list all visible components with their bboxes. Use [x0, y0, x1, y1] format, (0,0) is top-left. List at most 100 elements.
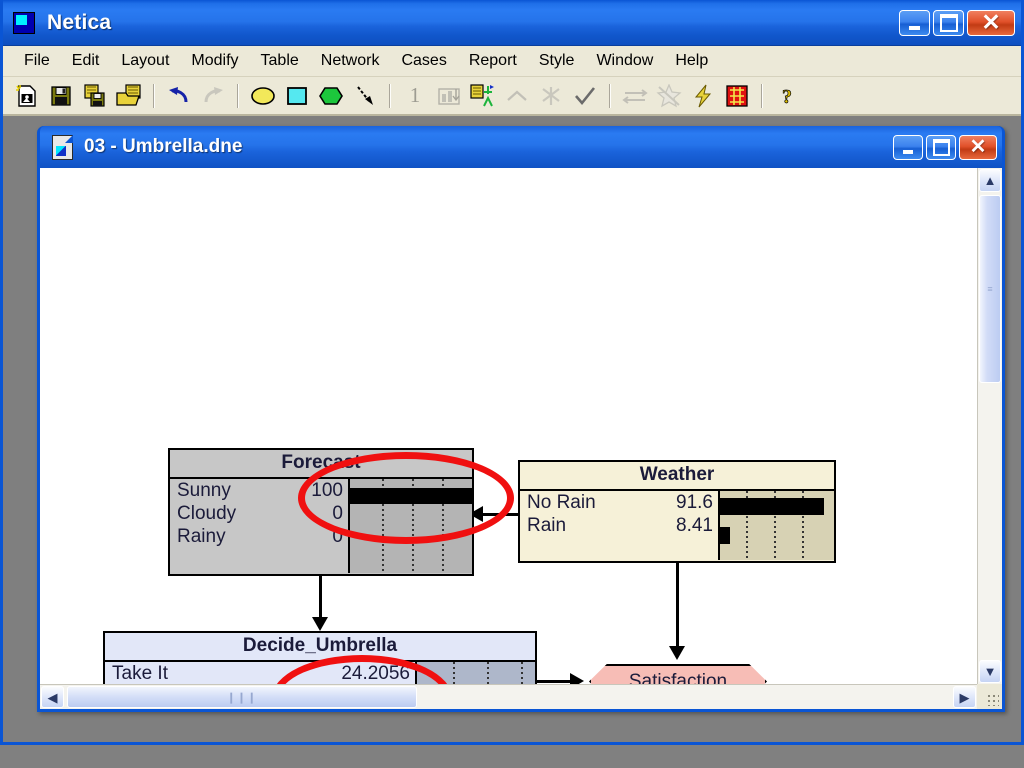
compile-lightning-icon[interactable]: [687, 81, 719, 111]
scroll-left-button[interactable]: ◀: [41, 686, 64, 708]
state-label: Rainy: [177, 525, 226, 547]
uncompile-icon[interactable]: [721, 81, 753, 111]
toolbar-separator-4: [609, 83, 611, 108]
close-button[interactable]: ✕: [967, 9, 1015, 36]
arrowhead-weather-to-satisfaction: [669, 646, 685, 660]
utility-node-hexagon-icon[interactable]: [315, 81, 347, 111]
mdi-client-area: 03 - Umbrella.dne ✕ Forecast Sunny 100 C…: [3, 116, 1021, 742]
link-weather-to-satisfaction: [676, 563, 679, 651]
toolbar-separator-2: [237, 83, 239, 108]
one-level-icon: 1: [409, 83, 421, 107]
menu-item-file[interactable]: File: [13, 49, 61, 73]
table-to-tree-icon[interactable]: [467, 81, 499, 111]
reverse-link-icon: [619, 81, 651, 111]
state-value: 0: [332, 502, 343, 524]
menu-item-edit[interactable]: Edit: [61, 49, 111, 73]
menubar: File Edit Layout Modify Table Network Ca…: [3, 46, 1021, 77]
save-icon[interactable]: [45, 81, 77, 111]
netica-logo-icon: [13, 11, 35, 34]
network-canvas[interactable]: Forecast Sunny 100 Cloudy 0 Rainy 0 Weat…: [40, 168, 977, 684]
doc-maximize-button[interactable]: [926, 134, 956, 160]
doc-minimize-button[interactable]: [893, 134, 923, 160]
application-title: Netica: [47, 10, 112, 34]
scroll-grip-icon: ≡: [987, 283, 993, 294]
toolbar-separator-3: [389, 83, 391, 108]
node-forecast-title: Forecast: [170, 450, 472, 479]
state-label: Cloudy: [177, 502, 237, 524]
window-controls: ✕: [899, 9, 1015, 36]
menu-item-table[interactable]: Table: [250, 49, 310, 73]
state-label: Sunny: [177, 479, 231, 501]
nature-node-ellipse-icon[interactable]: [247, 81, 279, 111]
arrowhead-forecast-to-decide: [312, 617, 328, 631]
menu-item-help[interactable]: Help: [664, 49, 719, 73]
node-forecast-row[interactable]: Sunny 100: [170, 479, 348, 502]
undo-icon[interactable]: [163, 81, 195, 111]
vertical-scroll-thumb[interactable]: ≡: [979, 195, 1001, 383]
toolbar-separator-5: [761, 83, 763, 108]
node-decide-umbrella-labels: Take It 24.2056 Leave At Home 91.5887: [105, 662, 415, 684]
menu-item-report[interactable]: Report: [458, 49, 528, 73]
application-titlebar: Netica ✕: [3, 0, 1021, 46]
node-decide-umbrella-bars: [415, 661, 535, 684]
node-forecast[interactable]: Forecast Sunny 100 Cloudy 0 Rainy 0: [168, 448, 474, 576]
help-icon[interactable]: ?: [771, 81, 803, 111]
state-label: Take It: [112, 662, 168, 684]
node-forecast-labels: Sunny 100 Cloudy 0 Rainy 0: [170, 479, 348, 573]
node-weather[interactable]: Weather No Rain 91.6 Rain 8.41: [518, 460, 836, 563]
node-weather-row[interactable]: No Rain 91.6: [520, 491, 718, 514]
menu-item-style[interactable]: Style: [528, 49, 586, 73]
close-icon: ✕: [981, 9, 1001, 35]
menu-item-network[interactable]: Network: [310, 49, 391, 73]
horizontal-scroll-track[interactable]: ❙❙❙: [65, 685, 952, 709]
node-weather-title: Weather: [520, 462, 834, 491]
vertical-scrollbar[interactable]: ▲ ≡ ▼: [977, 168, 1002, 684]
expand-node-icon: [501, 81, 533, 111]
node-forecast-rows: Sunny 100 Cloudy 0 Rainy 0: [170, 478, 472, 573]
open-network-icon[interactable]: [113, 81, 145, 111]
doc-close-button[interactable]: ✕: [959, 134, 997, 160]
scroll-down-button[interactable]: ▼: [979, 660, 1001, 683]
maximize-button[interactable]: [933, 9, 964, 36]
belief-bar-rain: [720, 526, 730, 544]
minimize-button[interactable]: [899, 9, 930, 36]
node-satisfaction-shape: Satisfaction: [589, 664, 767, 684]
state-value: 0: [332, 525, 343, 547]
application-window: Netica ✕ File Edit Layout Modify Table N…: [0, 0, 1024, 745]
node-weather-bars: [718, 490, 834, 560]
arrowhead-decide-to-satisfaction: [570, 673, 584, 684]
toolbar-separator-1: [153, 83, 155, 108]
node-satisfaction[interactable]: Satisfaction: [589, 664, 767, 684]
document-window: 03 - Umbrella.dne ✕ Forecast Sunny 100 C…: [37, 126, 1005, 712]
menu-item-window[interactable]: Window: [585, 49, 664, 73]
node-forecast-row[interactable]: Cloudy 0: [170, 502, 348, 525]
menu-item-modify[interactable]: Modify: [180, 49, 249, 73]
node-weather-rows: No Rain 91.6 Rain 8.41: [520, 490, 834, 560]
menu-item-layout[interactable]: Layout: [110, 49, 180, 73]
node-forecast-row[interactable]: Rainy 0: [170, 525, 348, 548]
belief-bar-sunny: [350, 487, 472, 504]
vertical-scroll-track[interactable]: ≡: [978, 193, 1002, 659]
node-weather-labels: No Rain 91.6 Rain 8.41: [520, 491, 718, 560]
scroll-right-button[interactable]: ▶: [953, 686, 976, 708]
state-value: 91.6: [676, 491, 713, 513]
decision-node-square-icon[interactable]: [281, 81, 313, 111]
document-window-controls: ✕: [893, 134, 997, 160]
new-network-icon[interactable]: [11, 81, 43, 111]
node-decide-umbrella[interactable]: Decide_Umbrella Take It 24.2056 Leave At…: [103, 631, 537, 684]
state-label: Rain: [527, 514, 567, 536]
menu-item-cases[interactable]: Cases: [390, 49, 457, 73]
scrollbar-corner-grip: [977, 684, 1002, 709]
state-label: No Rain: [527, 491, 596, 513]
scroll-up-button[interactable]: ▲: [979, 169, 1001, 192]
save-as-icon[interactable]: [79, 81, 111, 111]
horizontal-scrollbar[interactable]: ◀ ❙❙❙ ▶: [40, 684, 977, 709]
horizontal-scroll-thumb[interactable]: ❙❙❙: [67, 686, 417, 708]
state-value: 100: [311, 479, 343, 501]
node-decide-umbrella-row[interactable]: Take It 24.2056: [105, 662, 415, 684]
check-icon[interactable]: [569, 81, 601, 111]
toolbar: 1 ?: [3, 77, 1021, 116]
svg-text:?: ?: [782, 86, 792, 108]
link-arrow-icon[interactable]: [349, 81, 381, 111]
node-weather-row[interactable]: Rain 8.41: [520, 514, 718, 537]
